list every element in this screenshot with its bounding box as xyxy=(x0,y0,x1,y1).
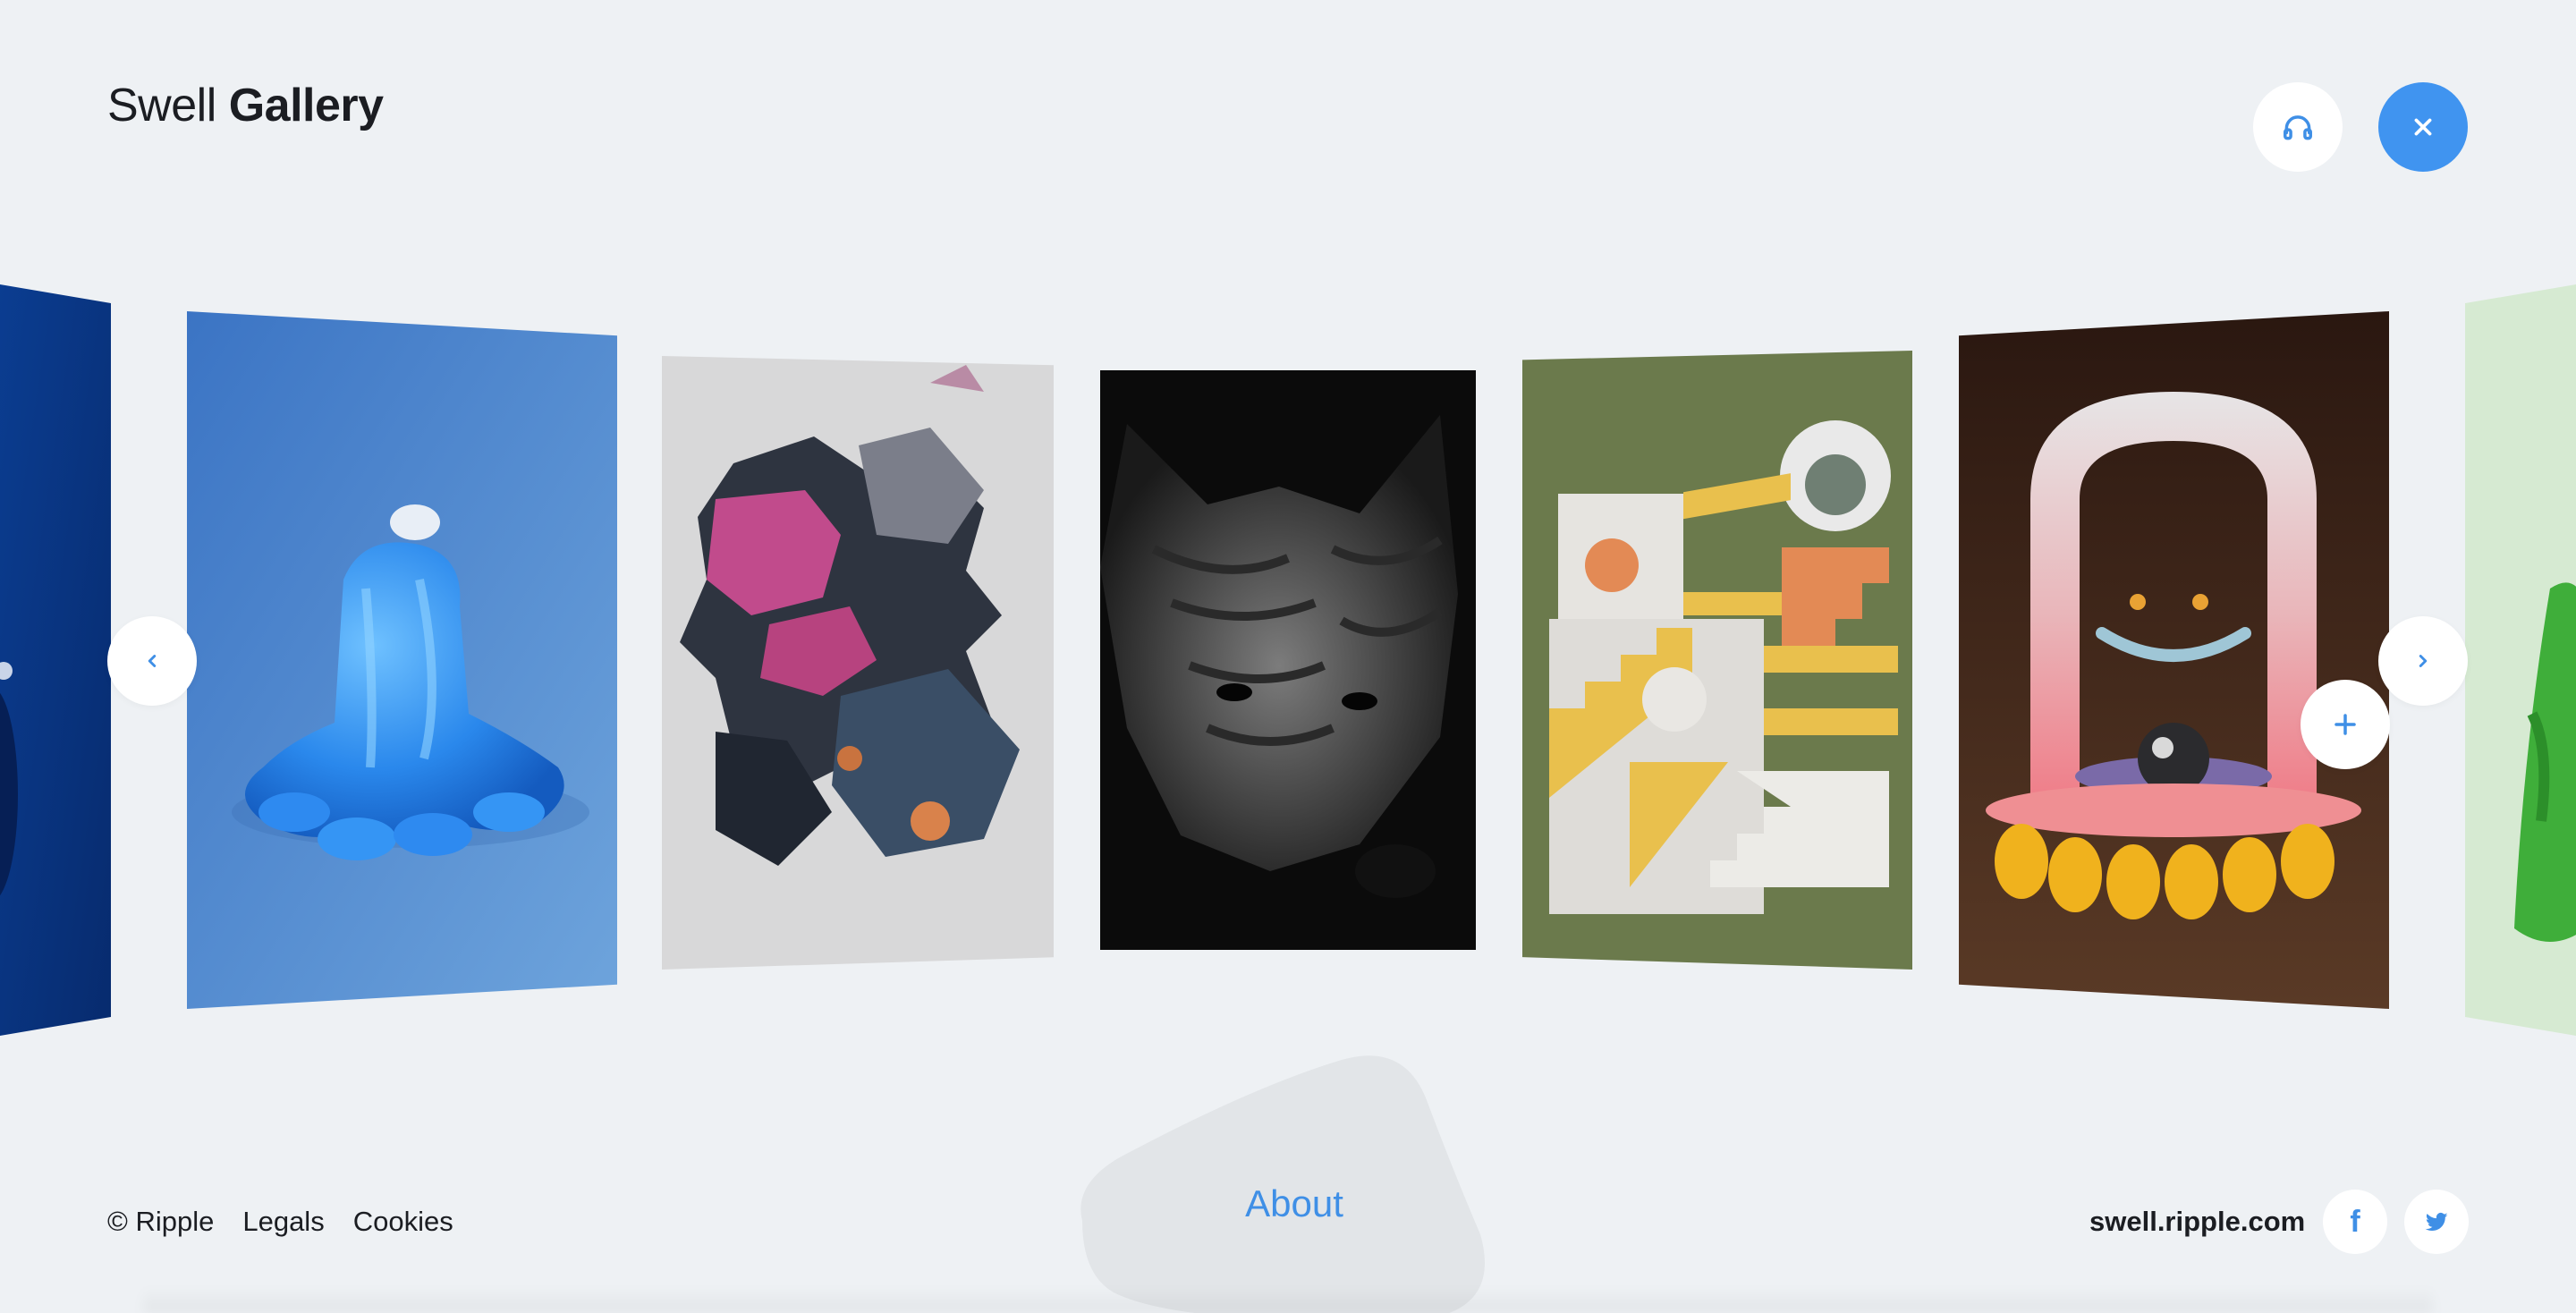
twitter-icon xyxy=(2425,1212,2448,1232)
artwork-blue-sculpture-image xyxy=(187,311,617,1009)
artwork-card[interactable] xyxy=(1959,311,2389,1009)
artwork-card[interactable] xyxy=(1100,370,1476,950)
next-button[interactable] xyxy=(2378,616,2468,706)
artwork-card-edge-left[interactable] xyxy=(0,284,111,1036)
add-button[interactable] xyxy=(2301,680,2390,769)
headphones-icon xyxy=(2284,115,2312,140)
legals-link[interactable]: Legals xyxy=(242,1206,324,1238)
footer-links: © Ripple Legals Cookies xyxy=(107,1206,453,1238)
artwork-blue-abstract-image xyxy=(0,284,111,1036)
bottom-shadow xyxy=(143,1288,2433,1313)
artwork-geometric-stairs-image xyxy=(1522,351,1912,970)
logo-bold-text: Gallery xyxy=(228,80,384,131)
twitter-button[interactable] xyxy=(2404,1190,2469,1254)
site-logo[interactable]: Swell Gallery xyxy=(107,79,384,132)
previous-button[interactable] xyxy=(107,616,197,706)
close-button[interactable] xyxy=(2378,82,2468,172)
artwork-abstract-explosion-image xyxy=(662,356,1054,970)
logo-light-text: Swell xyxy=(107,80,216,131)
artwork-black-wolf-image xyxy=(1100,370,1476,950)
plus-icon xyxy=(2334,714,2356,735)
site-url[interactable]: swell.ripple.com xyxy=(2089,1206,2305,1238)
facebook-icon: f xyxy=(2350,1204,2360,1239)
audio-button[interactable] xyxy=(2253,82,2343,172)
chevron-right-icon xyxy=(2419,655,2428,667)
facebook-button[interactable]: f xyxy=(2323,1190,2387,1254)
chevron-left-icon xyxy=(148,655,157,667)
artwork-card[interactable] xyxy=(662,356,1054,970)
about-link[interactable]: About xyxy=(1073,1182,1515,1225)
artwork-card-edge-right[interactable] xyxy=(2465,284,2576,1036)
artwork-arch-smile-image xyxy=(1959,311,2389,1009)
close-icon xyxy=(2414,118,2432,136)
artwork-card[interactable] xyxy=(187,311,617,1009)
cookies-link[interactable]: Cookies xyxy=(353,1206,453,1238)
artwork-card[interactable] xyxy=(1522,351,1912,970)
copyright-text: © Ripple xyxy=(107,1206,215,1237)
artwork-green-figure-image xyxy=(2465,284,2576,1036)
